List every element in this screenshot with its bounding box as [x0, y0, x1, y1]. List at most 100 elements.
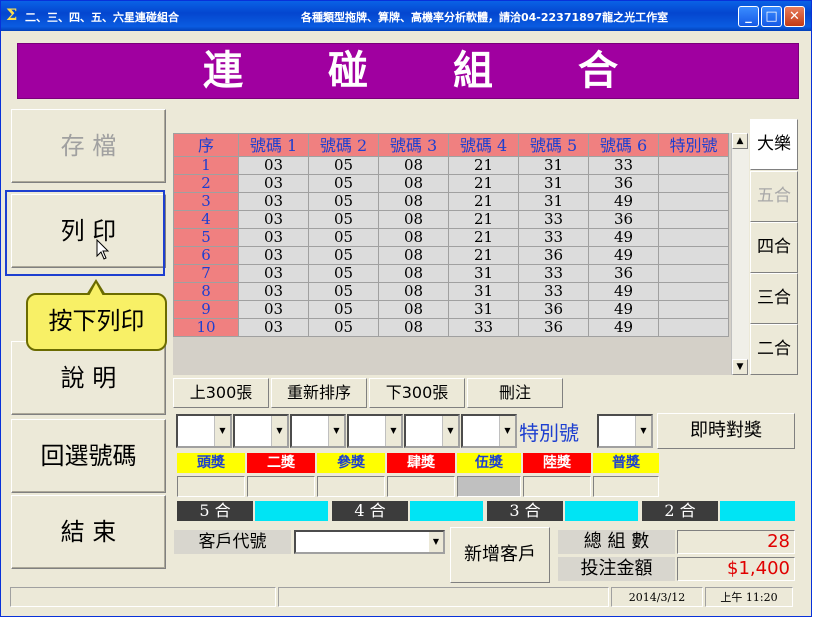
number-cell: 49 — [588, 282, 659, 301]
number-cell: 08 — [378, 264, 449, 283]
draw-number-select[interactable]: ▼ — [290, 414, 346, 448]
row-seq-cell: 2 — [173, 174, 239, 193]
bet-amount-value: $1,400 — [677, 557, 795, 581]
table-row[interactable]: 5 03 05 08 21 33 49 — [173, 228, 729, 247]
number-cell: 31 — [448, 264, 519, 283]
number-cell: 03 — [238, 174, 309, 193]
number-cell: 08 — [378, 192, 449, 211]
draw-number-select[interactable]: ▼ — [347, 414, 403, 448]
bet-amount-label: 投注金額 — [558, 557, 675, 581]
draw-number-select[interactable]: ▼ — [176, 414, 232, 448]
scroll-down-icon[interactable]: ▼ — [732, 359, 748, 375]
banner-char: 連 — [203, 47, 243, 94]
number-cell: 36 — [588, 264, 659, 283]
special-cell — [658, 300, 729, 319]
minimize-button[interactable]: _ — [738, 6, 759, 27]
status-date: 2014/3/12 — [611, 587, 703, 607]
status-panel — [10, 587, 276, 607]
table-row[interactable]: 7 03 05 08 31 33 36 — [173, 264, 729, 283]
prize-count-box — [247, 476, 315, 497]
prize-label: 參獎 — [317, 453, 385, 473]
close-button[interactable]: ✕ — [784, 6, 805, 27]
mouse-cursor-icon — [96, 239, 110, 260]
status-time: 上午 11:20 — [705, 587, 793, 607]
number-cell: 08 — [378, 156, 449, 175]
customer-code-select[interactable]: ▼ — [294, 530, 445, 554]
sigma-app-icon: Σ — [6, 5, 18, 24]
next-300-button[interactable]: 下300張 — [369, 378, 465, 408]
prev-300-button[interactable]: 上300張 — [173, 378, 269, 408]
mode-button-three[interactable]: 三合 — [750, 273, 798, 324]
draw-number-select[interactable]: ▼ — [461, 414, 517, 448]
table-row[interactable]: 6 03 05 08 21 36 49 — [173, 246, 729, 265]
banner-char: 組 — [453, 47, 493, 94]
title-bar[interactable]: Σ 二、三、四、五、六星連碰組合 各種類型拖牌、算牌、高機率分析軟體，請洽04-… — [1, 1, 811, 31]
table-row[interactable]: 4 03 05 08 21 33 36 — [173, 210, 729, 229]
help-button[interactable]: 說 明 — [11, 341, 166, 415]
number-cell: 31 — [518, 174, 589, 193]
number-cell: 03 — [238, 210, 309, 229]
prize-count-box — [457, 476, 521, 497]
number-cell: 33 — [518, 210, 589, 229]
add-customer-button[interactable]: 新增客戶 — [450, 527, 550, 583]
minimize-icon: _ — [745, 9, 752, 24]
row-seq-cell: 7 — [173, 264, 239, 283]
number-cell: 33 — [518, 264, 589, 283]
instant-check-button[interactable]: 即時對獎 — [657, 413, 795, 449]
special-cell — [658, 282, 729, 301]
banner-char: 合 — [578, 47, 618, 94]
number-cell: 03 — [238, 282, 309, 301]
number-cell: 05 — [308, 174, 379, 193]
grid-scrollbar[interactable]: ▲ ▼ — [731, 133, 749, 375]
number-cell: 05 — [308, 228, 379, 247]
number-cell: 03 — [238, 300, 309, 319]
total-groups-value: 28 — [677, 530, 795, 554]
table-row[interactable]: 9 03 05 08 31 36 49 — [173, 300, 729, 319]
header-seq: 序 — [173, 133, 239, 157]
number-cell: 05 — [308, 246, 379, 265]
number-cell: 31 — [518, 156, 589, 175]
table-row[interactable]: 1 03 05 08 21 31 33 — [173, 156, 729, 175]
number-cell: 33 — [448, 318, 519, 337]
chevron-down-icon: ▼ — [499, 416, 515, 446]
hit-value-three — [565, 501, 638, 521]
number-cell: 33 — [518, 282, 589, 301]
mode-button-four[interactable]: 四合 — [750, 222, 798, 273]
chevron-down-icon: ▼ — [635, 416, 651, 446]
number-cell: 08 — [378, 174, 449, 193]
delete-button[interactable]: 刪注 — [467, 378, 563, 408]
prize-count-box — [317, 476, 385, 497]
row-seq-cell: 4 — [173, 210, 239, 229]
resort-button[interactable]: 重新排序 — [271, 378, 367, 408]
mode-button-five[interactable]: 五合 — [750, 171, 798, 222]
prize-label: 二獎 — [247, 453, 315, 473]
number-cell: 08 — [378, 318, 449, 337]
scroll-up-icon[interactable]: ▲ — [732, 133, 748, 149]
draw-number-select[interactable]: ▼ — [233, 414, 289, 448]
number-cell: 05 — [308, 192, 379, 211]
prize-label: 頭獎 — [177, 453, 245, 473]
prize-label: 肆獎 — [387, 453, 455, 473]
special-cell — [658, 156, 729, 175]
table-row[interactable]: 3 03 05 08 21 31 49 — [173, 192, 729, 211]
table-row[interactable]: 8 03 05 08 31 33 49 — [173, 282, 729, 301]
table-row[interactable]: 2 03 05 08 21 31 36 — [173, 174, 729, 193]
number-cell: 05 — [308, 282, 379, 301]
number-cell: 03 — [238, 156, 309, 175]
mode-button-lotto[interactable]: 大樂 — [750, 119, 798, 170]
number-cell: 33 — [588, 156, 659, 175]
exit-button[interactable]: 結 束 — [11, 495, 166, 569]
mode-button-two[interactable]: 二合 — [750, 324, 798, 375]
hit-value-four — [410, 501, 483, 521]
number-cell: 49 — [588, 228, 659, 247]
special-number-select[interactable]: ▼ — [597, 414, 653, 448]
reselect-numbers-button[interactable]: 回選號碼 — [11, 419, 166, 493]
row-seq-cell: 3 — [173, 192, 239, 211]
customer-code-label: 客戶代號 — [174, 530, 291, 554]
combination-grid[interactable]: 序 號碼 1 號碼 2 號碼 3 號碼 4 號碼 5 號碼 6 特別號 1 03 0… — [173, 133, 749, 375]
table-row[interactable]: 10 03 05 08 33 36 49 — [173, 318, 729, 337]
maximize-button[interactable]: □ — [761, 6, 782, 27]
number-cell: 08 — [378, 228, 449, 247]
draw-number-select[interactable]: ▼ — [404, 414, 460, 448]
save-button[interactable]: 存 檔 — [11, 109, 166, 183]
